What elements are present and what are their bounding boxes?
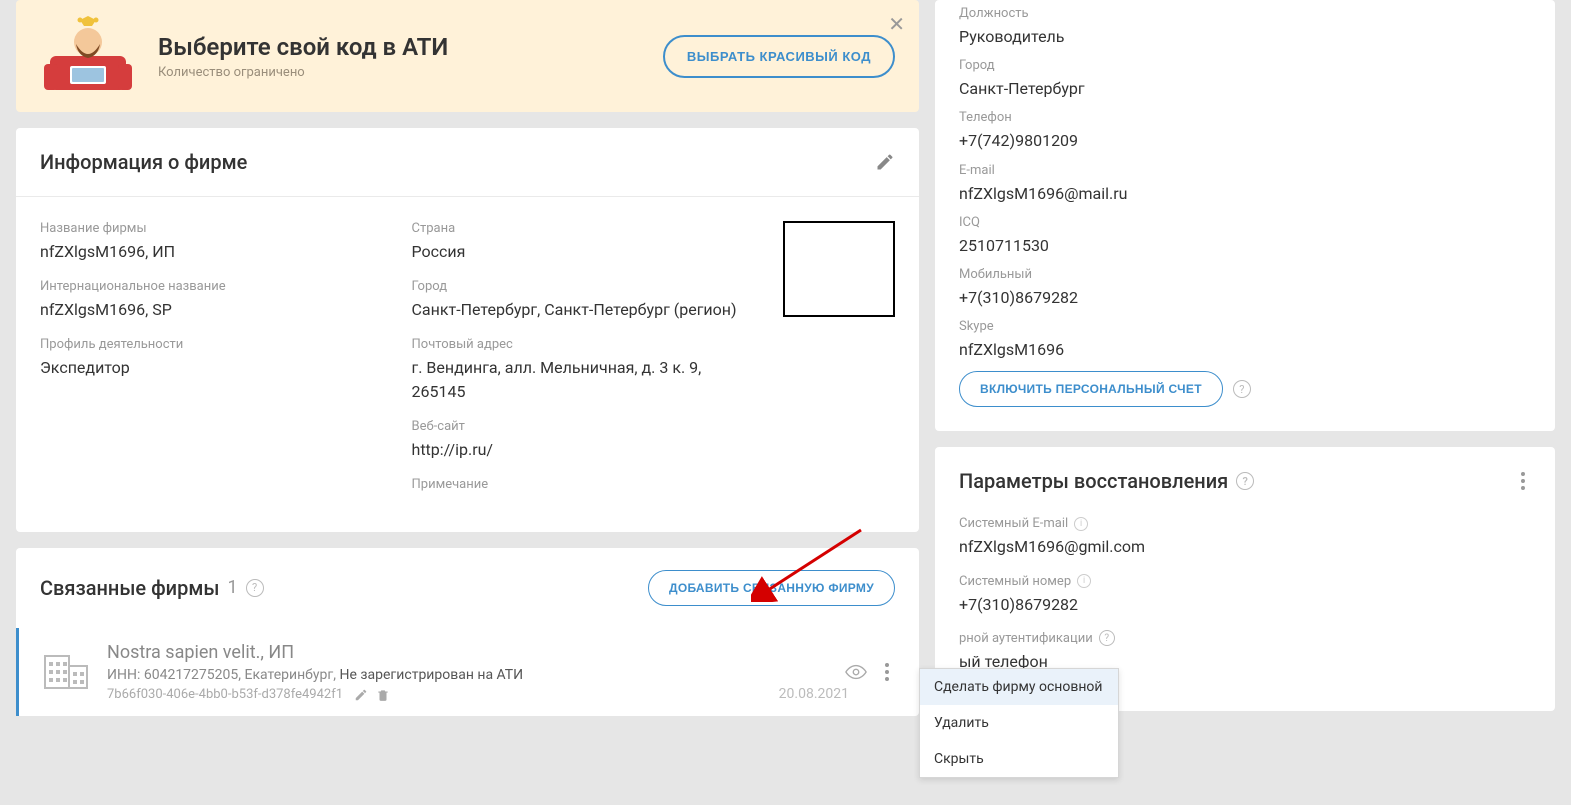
firm-info-card: Информация о фирме Название фирмы nfZXlg…: [16, 128, 919, 532]
help-icon[interactable]: ?: [1099, 630, 1115, 646]
city-value: Санкт-Петербург, Санкт-Петербург (регион…: [412, 298, 754, 321]
email-value: nfZXlgsM1696@mail.ru: [959, 182, 1531, 205]
firm-profile-label: Профиль деятельности: [40, 337, 382, 352]
firm-profile-value: Экспедитор: [40, 356, 382, 379]
close-banner-button[interactable]: ✕: [888, 14, 905, 34]
position-value: Руководитель: [959, 25, 1531, 48]
sys-email-value: nfZXlgsM1696@gmil.com: [959, 535, 1531, 558]
pencil-icon: [875, 152, 895, 172]
postal-value: г. Вендинга, алл. Мельничная, д. 3 к. 9,…: [412, 356, 754, 402]
banner-subtitle: Количество ограничено: [158, 65, 663, 80]
banner-illustration: [40, 16, 136, 96]
skype-label: Skype: [959, 319, 1531, 334]
city-label: Город: [412, 279, 754, 294]
website-value: http://ip.ru/: [412, 438, 754, 461]
menu-delete[interactable]: Удалить: [920, 705, 1118, 741]
icq-label: ICQ: [959, 215, 1531, 230]
menu-make-primary[interactable]: Сделать фирму основной: [920, 669, 1118, 705]
firm-intl-value: nfZXlgsM1696, SP: [40, 298, 382, 321]
sys-email-label: Системный E-mail: [959, 516, 1068, 531]
sys-number-label: Системный номер: [959, 574, 1071, 589]
linked-firms-header: Связанные фирмы: [40, 576, 219, 600]
firm-name-value: nfZXlgsM1696, ИП: [40, 240, 382, 263]
linked-firm-guid-row: 7b66f030-406e-4bb0-b53f-d378fe4942f1: [107, 687, 845, 702]
linked-firm-row: Nostra sapien velit., ИП ИНН: 6042172752…: [16, 628, 919, 716]
firm-intl-label: Интернациональное название: [40, 279, 382, 294]
contact-city-value: Санкт-Петербург: [959, 77, 1531, 100]
info-icon[interactable]: i: [1077, 574, 1091, 588]
mobile-value: +7(310)8679282: [959, 286, 1531, 309]
contact-card: Должность Руководитель Город Санкт-Петер…: [935, 0, 1555, 431]
add-linked-firm-button[interactable]: ДОБАВИТЬ СВЯЗАННУЮ ФИРМУ: [648, 570, 895, 606]
visibility-toggle[interactable]: [845, 661, 867, 683]
help-icon[interactable]: ?: [1233, 380, 1251, 398]
firm-name-label: Название фирмы: [40, 221, 382, 236]
email-label: E-mail: [959, 163, 1531, 178]
firm-info-header: Информация о фирме: [40, 150, 247, 174]
edit-guid-button[interactable]: [354, 688, 368, 702]
linked-firms-card: Связанные фирмы 1 ? ДОБАВИТЬ СВЯЗАННУЮ Ф…: [16, 548, 919, 716]
phone-label: Телефон: [959, 110, 1531, 125]
promo-banner: Выберите свой код в АТИ Количество огран…: [16, 0, 919, 112]
edit-firm-button[interactable]: [875, 152, 895, 172]
choose-code-button[interactable]: ВЫБРАТЬ КРАСИВЫЙ КОД: [663, 35, 895, 78]
position-label: Должность: [959, 6, 1531, 21]
building-icon: [43, 652, 89, 692]
help-icon[interactable]: ?: [1236, 472, 1254, 490]
linked-firm-meta: ИНН: 604217275205, Екатеринбург, Не заре…: [107, 667, 845, 683]
note-label: Примечание: [412, 477, 754, 492]
row-more-button[interactable]: [879, 663, 895, 681]
menu-hide[interactable]: Скрыть: [920, 741, 1118, 777]
skype-value: nfZXlgsM1696: [959, 338, 1531, 361]
country-label: Страна: [412, 221, 754, 236]
recovery-more-button[interactable]: [1515, 472, 1531, 490]
recovery-header: Параметры восстановления: [959, 469, 1228, 493]
mobile-label: Мобильный: [959, 267, 1531, 282]
sys-number-value: +7(310)8679282: [959, 593, 1531, 616]
firm-logo-placeholder: [783, 221, 895, 317]
linked-firms-count: 1: [227, 577, 237, 598]
linked-firm-date: 20.08.2021: [779, 686, 849, 702]
row-context-menu: Сделать фирму основной Удалить Скрыть: [919, 668, 1119, 778]
banner-title: Выберите свой код в АТИ: [158, 33, 663, 61]
linked-firm-name[interactable]: Nostra sapien velit., ИП: [107, 642, 845, 663]
website-label: Веб-сайт: [412, 419, 754, 434]
contact-city-label: Город: [959, 58, 1531, 73]
info-icon[interactable]: i: [1074, 517, 1088, 531]
pencil-icon: [354, 688, 368, 702]
icq-value: 2510711530: [959, 234, 1531, 257]
trash-icon: [376, 688, 390, 702]
enable-personal-account-button[interactable]: ВКЛЮЧИТЬ ПЕРСОНАЛЬНЫЙ СЧЕТ: [959, 371, 1223, 407]
country-value: Россия: [412, 240, 754, 263]
eye-icon: [845, 661, 867, 683]
phone-value: +7(742)9801209: [959, 129, 1531, 152]
help-icon[interactable]: ?: [246, 579, 264, 597]
postal-label: Почтовый адрес: [412, 337, 754, 352]
twofa-label: рной аутентификации: [959, 631, 1093, 646]
delete-guid-button[interactable]: [376, 688, 390, 702]
